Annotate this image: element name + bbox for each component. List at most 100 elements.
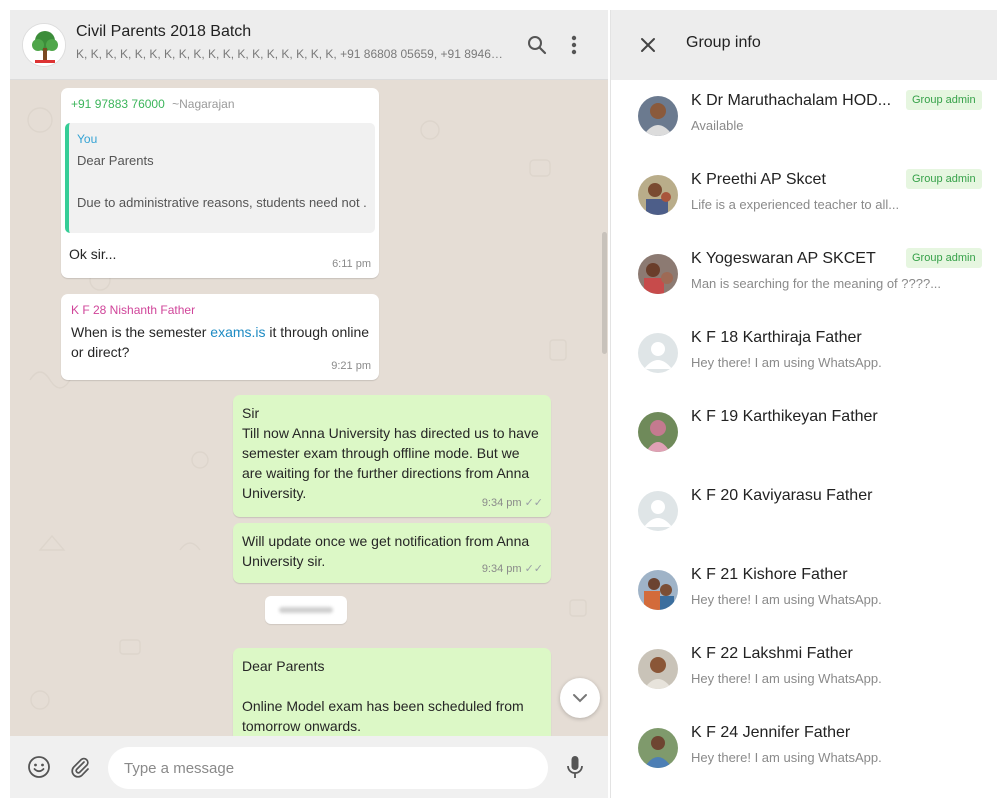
chat-scrollbar[interactable] bbox=[602, 232, 607, 354]
attach-button[interactable] bbox=[65, 752, 95, 782]
participant-item[interactable]: K Dr Maruthachalam HOD... Available Grou… bbox=[611, 88, 997, 167]
person-photo bbox=[638, 254, 678, 294]
chat-panel: Civil Parents 2018 Batch K, K, K, K, K, … bbox=[10, 10, 608, 798]
message-bubble-outgoing[interactable]: Sir Till now Anna University has directe… bbox=[233, 395, 551, 517]
participant-item[interactable]: K Preethi AP Skcet Life is a experienced… bbox=[611, 167, 997, 246]
participant-name: K F 21 Kishore Father bbox=[691, 566, 848, 583]
participant-status: Life is a experienced teacher to all... bbox=[691, 197, 900, 212]
quote-line-1: Dear Parents bbox=[77, 153, 154, 168]
message-text: When is the semester exams.is it through… bbox=[71, 322, 371, 362]
person-photo bbox=[638, 175, 678, 215]
sender-name: K F 28 Nishanth Father bbox=[71, 303, 196, 317]
participant-name: K Dr Maruthachalam HOD... bbox=[691, 92, 892, 109]
scroll-to-bottom-button[interactable] bbox=[560, 678, 600, 718]
participant-name: K Preethi AP Skcet bbox=[691, 171, 826, 188]
mic-icon bbox=[567, 756, 583, 778]
participant-name: K F 18 Karthiraja Father bbox=[691, 329, 862, 346]
group-name[interactable]: Civil Parents 2018 Batch bbox=[76, 23, 251, 41]
whatsapp-web-window: Civil Parents 2018 Batch K, K, K, K, K, … bbox=[0, 0, 997, 798]
redacted-date-chip bbox=[265, 596, 347, 624]
emoji-button[interactable] bbox=[24, 752, 54, 782]
tree-logo-icon bbox=[23, 24, 65, 66]
participants-summary[interactable]: K, K, K, K, K, K, K, K, K, K, K, K, K, K… bbox=[76, 47, 506, 61]
message-bubble-outgoing[interactable]: Dear Parents Online Model exam has been … bbox=[233, 648, 551, 736]
message-bubble-incoming[interactable]: +91 97883 76000 ~Nagarajan You Dear Pare… bbox=[61, 88, 379, 278]
default-avatar-icon bbox=[638, 333, 678, 373]
participant-name: K F 19 Karthikeyan Father bbox=[691, 408, 878, 425]
group-admin-badge: Group admin bbox=[906, 248, 982, 268]
message-input[interactable] bbox=[108, 747, 548, 789]
sender-phone: +91 97883 76000 bbox=[71, 97, 165, 111]
message-line: Online Model exam has been scheduled fro… bbox=[242, 698, 524, 734]
chat-menu-button[interactable] bbox=[560, 31, 588, 59]
group-info-panel: Group info K Dr Maruthachalam HOD... Ava… bbox=[610, 10, 997, 798]
sender-alias: ~Nagarajan bbox=[172, 97, 235, 111]
person-photo bbox=[638, 412, 678, 452]
message-time: 9:34 pm ✓✓ bbox=[482, 493, 543, 513]
sender-line: +91 97883 76000 ~Nagarajan bbox=[71, 96, 235, 112]
message-time: 9:21 pm bbox=[331, 360, 371, 372]
message-time: 9:34 pm ✓✓ bbox=[482, 559, 543, 579]
participant-item[interactable]: K F 22 Lakshmi Father Hey there! I am us… bbox=[611, 641, 997, 720]
participant-avatar bbox=[638, 96, 678, 136]
participant-item[interactable]: K F 21 Kishore Father Hey there! I am us… bbox=[611, 562, 997, 641]
participant-item[interactable]: K F 24 Jennifer Father Hey there! I am u… bbox=[611, 720, 997, 798]
message-bubble-incoming[interactable]: K F 28 Nishanth Father When is the semes… bbox=[61, 294, 379, 380]
participant-avatar bbox=[638, 570, 678, 610]
emoji-icon bbox=[28, 756, 50, 778]
participant-status: Hey there! I am using WhatsApp. bbox=[691, 671, 882, 686]
quote-author: You bbox=[77, 132, 98, 146]
quote-line-2: Due to administrative reasons, students … bbox=[77, 195, 367, 210]
person-placeholder-icon bbox=[638, 333, 678, 373]
message-time: 6:11 pm bbox=[332, 258, 371, 270]
person-photo bbox=[638, 728, 678, 768]
close-button[interactable] bbox=[633, 30, 663, 60]
message-line: Dear Parents bbox=[242, 658, 325, 674]
message-time-text: 9:34 pm bbox=[481, 563, 522, 575]
redacted-text bbox=[279, 607, 333, 613]
search-icon bbox=[528, 36, 547, 55]
participant-avatar bbox=[638, 728, 678, 768]
participant-avatar bbox=[638, 175, 678, 215]
participant-item[interactable]: K F 18 Karthiraja Father Hey there! I am… bbox=[611, 325, 997, 404]
voice-message-button[interactable] bbox=[560, 752, 590, 782]
group-info-header: Group info bbox=[611, 10, 997, 80]
message-line: Till now Anna University has directed us… bbox=[242, 425, 539, 501]
person-photo bbox=[638, 570, 678, 610]
participant-status: Hey there! I am using WhatsApp. bbox=[691, 750, 882, 765]
participant-name: K Yogeswaran AP SKCET bbox=[691, 250, 876, 267]
message-line: Sir bbox=[242, 405, 260, 421]
message-text: Sir Till now Anna University has directe… bbox=[242, 403, 542, 503]
attach-icon bbox=[71, 757, 89, 778]
person-photo bbox=[638, 649, 678, 689]
participant-avatar bbox=[638, 649, 678, 689]
quoted-message[interactable]: You Dear Parents Due to administrative r… bbox=[65, 123, 375, 233]
message-text-part: When is the semester bbox=[71, 324, 211, 340]
participant-status: Man is searching for the meaning of ????… bbox=[691, 276, 942, 291]
group-avatar[interactable] bbox=[22, 23, 66, 67]
group-info-title: Group info bbox=[686, 34, 761, 51]
participant-item[interactable]: K F 19 Karthikeyan Father bbox=[611, 404, 997, 483]
search-button[interactable] bbox=[523, 31, 551, 59]
more-vert-icon bbox=[571, 35, 577, 55]
participant-item[interactable]: K Yogeswaran AP SKCET Man is searching f… bbox=[611, 246, 997, 325]
participant-status: Hey there! I am using WhatsApp. bbox=[691, 592, 882, 607]
message-time-text: 9:34 pm bbox=[481, 497, 522, 509]
delivered-ticks-icon: ✓✓ bbox=[524, 497, 543, 509]
chevron-down-icon bbox=[573, 694, 587, 703]
message-bubble-outgoing[interactable]: Will update once we get notification fro… bbox=[233, 523, 551, 583]
chat-header[interactable]: Civil Parents 2018 Batch K, K, K, K, K, … bbox=[10, 10, 608, 80]
message-list[interactable]: +91 97883 76000 ~Nagarajan You Dear Pare… bbox=[10, 80, 608, 736]
message-text: Dear Parents Online Model exam has been … bbox=[242, 656, 527, 736]
person-placeholder-icon bbox=[638, 491, 678, 531]
participant-item[interactable]: K F 20 Kaviyarasu Father bbox=[611, 483, 997, 562]
participant-name: K F 24 Jennifer Father bbox=[691, 724, 851, 741]
participant-status: Available bbox=[691, 118, 744, 133]
close-icon bbox=[641, 38, 655, 52]
group-admin-badge: Group admin bbox=[906, 90, 982, 110]
message-link[interactable]: exams.is bbox=[210, 324, 265, 340]
message-text: Ok sir... bbox=[69, 246, 117, 262]
participant-avatar bbox=[638, 412, 678, 452]
participant-name: K F 22 Lakshmi Father bbox=[691, 645, 853, 662]
participant-status: Hey there! I am using WhatsApp. bbox=[691, 355, 882, 370]
